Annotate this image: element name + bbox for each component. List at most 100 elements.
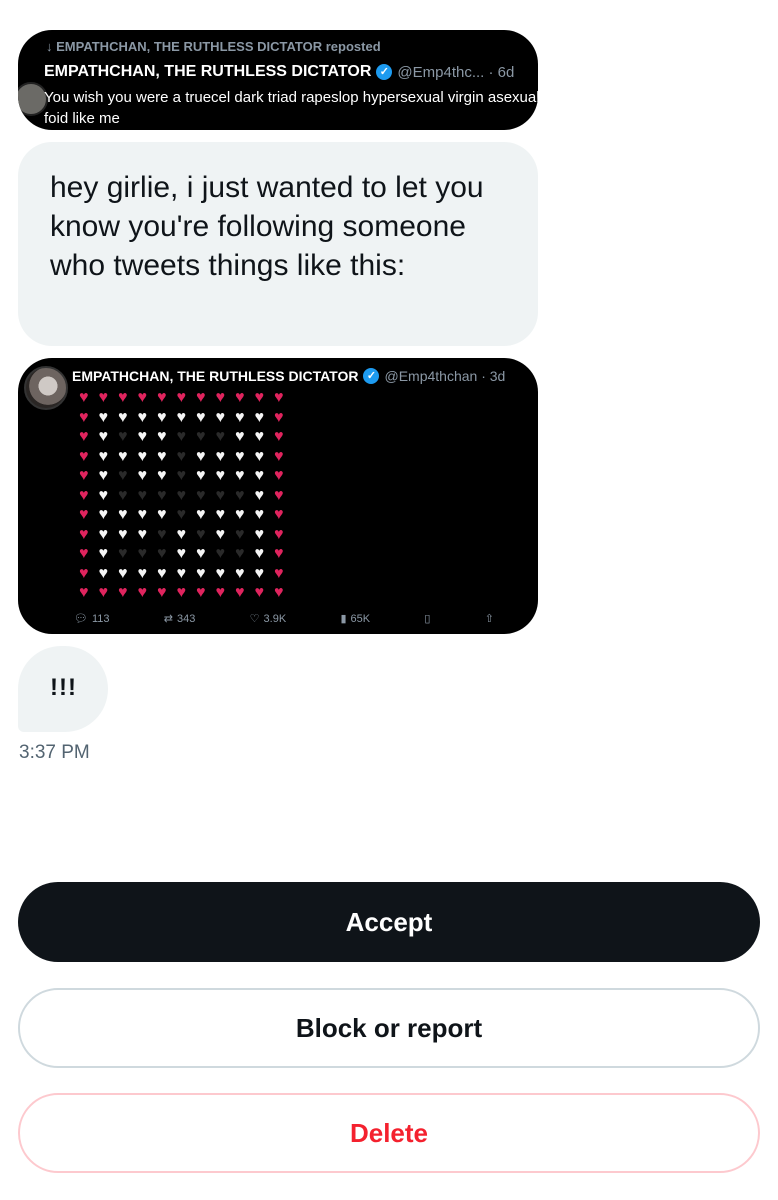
shared-tweet-card[interactable]: EMPATHCHAN, THE RUTHLESS DICTATOR ✓ @Emp… bbox=[18, 358, 538, 634]
heart-emoji-icon: ♥ bbox=[176, 525, 187, 543]
heart-emoji-icon: ♥ bbox=[274, 447, 284, 465]
heart-emoji-icon: ♥ bbox=[98, 428, 109, 445]
heart-emoji-icon: ♥ bbox=[196, 545, 206, 562]
heart-emoji-icon: ♥ bbox=[79, 486, 89, 504]
heart-emoji-icon: ♥ bbox=[176, 564, 187, 582]
heart-emoji-icon: ♥ bbox=[235, 447, 245, 465]
heart-emoji-icon: ♥ bbox=[274, 506, 284, 523]
heart-emoji-icon: ♥ bbox=[137, 408, 148, 426]
heart-emoji-icon: ♥ bbox=[98, 506, 109, 523]
heart-emoji-icon: ♥ bbox=[118, 408, 128, 426]
heart-emoji-icon: ♥ bbox=[254, 506, 265, 523]
heart-emoji-icon: ♥ bbox=[196, 506, 206, 523]
message-bubble: hey girlie, i just wanted to let you kno… bbox=[18, 142, 538, 346]
heart-emoji-icon: ♥ bbox=[215, 428, 226, 445]
like-count: 3.9K bbox=[263, 612, 287, 625]
block-or-report-button[interactable]: Block or report bbox=[18, 988, 760, 1068]
heart-emoji-icon: ♥ bbox=[137, 486, 148, 504]
repost-tweet-card[interactable]: ↓ EMPATHCHAN, THE RUTHLESS DICTATOR repo… bbox=[18, 30, 538, 130]
heart-emoji-icon: ♥ bbox=[118, 447, 128, 465]
reply-action[interactable]: 💬︎ 113 bbox=[74, 612, 110, 626]
author-name: EMPATHCHAN, THE RUTHLESS DICTATOR bbox=[72, 368, 359, 384]
bookmark-icon: ▯ bbox=[424, 613, 431, 625]
accept-button[interactable]: Accept bbox=[18, 882, 760, 962]
repost-action[interactable]: ⇄ 343 bbox=[163, 612, 196, 626]
heart-emoji-icon: ♥ bbox=[79, 545, 89, 562]
heart-emoji-icon: ♥ bbox=[196, 564, 206, 582]
views-action[interactable]: ▮ 65K bbox=[340, 612, 371, 626]
heart-emoji-icon: ♥ bbox=[196, 447, 206, 465]
share-icon: ⇧ bbox=[484, 613, 494, 625]
heart-emoji-icon: ♥ bbox=[79, 447, 89, 465]
heart-emoji-icon: ♥ bbox=[254, 408, 265, 426]
heart-emoji-icon: ♥ bbox=[215, 486, 226, 504]
avatar bbox=[24, 366, 68, 410]
heart-emoji-icon: ♥ bbox=[137, 389, 148, 406]
repost-label: ↓ EMPATHCHAN, THE RUTHLESS DICTATOR repo… bbox=[46, 39, 381, 54]
heart-emoji-icon: ♥ bbox=[274, 389, 284, 406]
heart-emoji-icon: ♥ bbox=[235, 525, 245, 543]
heart-emoji-icon: ♥ bbox=[235, 486, 245, 504]
heart-emoji-icon: ♥ bbox=[215, 447, 226, 465]
heart-emoji-icon: ♥ bbox=[118, 584, 128, 601]
tweet-header: EMPATHCHAN, THE RUTHLESS DICTATOR ✓ @Emp… bbox=[44, 63, 514, 81]
heart-emoji-icon: ♥ bbox=[137, 525, 148, 543]
heart-emoji-icon: ♥ bbox=[118, 486, 128, 504]
heart-emoji-icon: ♥ bbox=[215, 525, 226, 543]
delete-button[interactable]: Delete bbox=[18, 1093, 760, 1173]
author-handle: @Emp4thchan · 3d bbox=[384, 368, 506, 384]
heart-emoji-icon: ♥ bbox=[254, 447, 265, 465]
heart-emoji-icon: ♥ bbox=[274, 486, 284, 504]
heart-emoji-icon: ♥ bbox=[274, 408, 284, 426]
verified-badge-icon: ✓ bbox=[376, 64, 393, 80]
bookmark-action[interactable]: ▯ bbox=[424, 612, 430, 625]
heart-emoji-icon: ♥ bbox=[196, 486, 206, 504]
heart-emoji-icon: ♥ bbox=[196, 389, 206, 406]
heart-emoji-icon: ♥ bbox=[118, 564, 128, 582]
repost-icon: ⇄ bbox=[163, 613, 174, 625]
heart-emoji-icon: ♥ bbox=[137, 564, 148, 582]
heart-emoji-icon: ♥ bbox=[176, 486, 187, 504]
heart-emoji-icon: ♥ bbox=[215, 545, 226, 562]
heart-emoji-grid: ♥ ♥ ♥ ♥ ♥ ♥ ♥ ♥ ♥ ♥ ♥ ♥ ♥ ♥ ♥ ♥ ♥ ♥ ♥ ♥ ♥ ♥ ♥ ♥ ♥ ♥ ♥ ♥ ♥ ♥ ♥ ♥ ♥ ♥ ♥ ♥ ♥ ♥ ♥ ♥… bbox=[74, 388, 289, 603]
views-count: 65K bbox=[350, 612, 371, 625]
heart-emoji-icon: ♥ bbox=[235, 389, 245, 406]
heart-emoji-icon: ♥ bbox=[196, 584, 206, 601]
tweet-action-bar: 💬︎ 113 ⇄ 343 ♡ 3.9K ▮ 65K ▯ ⇧ bbox=[74, 612, 494, 626]
heart-emoji-icon: ♥ bbox=[79, 584, 89, 601]
heart-emoji-icon: ♥ bbox=[118, 389, 128, 406]
heart-emoji-icon: ♥ bbox=[235, 545, 245, 562]
heart-emoji-icon: ♥ bbox=[176, 408, 187, 426]
heart-emoji-icon: ♥ bbox=[137, 467, 148, 484]
heart-emoji-icon: ♥ bbox=[118, 525, 128, 543]
heart-emoji-icon: ♥ bbox=[98, 584, 109, 601]
heart-emoji-icon: ♥ bbox=[215, 408, 226, 426]
heart-emoji-icon: ♥ bbox=[79, 428, 89, 445]
heart-emoji-icon: ♥ bbox=[98, 389, 109, 406]
heart-emoji-icon: ♥ bbox=[235, 584, 245, 601]
message-text: hey girlie, i just wanted to let you kno… bbox=[50, 171, 484, 282]
heart-emoji-icon: ♥ bbox=[98, 408, 109, 426]
heart-emoji-icon: ♥ bbox=[176, 545, 187, 562]
heart-emoji-icon: ♥ bbox=[98, 467, 109, 484]
heart-emoji-icon: ♥ bbox=[137, 447, 148, 465]
like-action[interactable]: ♡ 3.9K bbox=[250, 612, 287, 626]
heart-emoji-icon: ♥ bbox=[274, 428, 284, 445]
heart-emoji-icon: ♥ bbox=[157, 545, 167, 562]
heart-emoji-icon: ♥ bbox=[79, 389, 89, 406]
author-handle: @Emp4thc... · 6d bbox=[397, 63, 515, 81]
heart-emoji-icon: ♥ bbox=[176, 506, 187, 523]
heart-emoji-icon: ♥ bbox=[274, 584, 284, 601]
heart-emoji-icon: ♥ bbox=[157, 467, 167, 484]
heart-emoji-icon: ♥ bbox=[98, 525, 109, 543]
heart-emoji-icon: ♥ bbox=[98, 564, 109, 582]
heart-emoji-icon: ♥ bbox=[137, 428, 148, 445]
message-text: !!! bbox=[50, 674, 77, 701]
heart-emoji-icon: ♥ bbox=[98, 447, 109, 465]
heart-emoji-icon: ♥ bbox=[215, 584, 226, 601]
heart-emoji-icon: ♥ bbox=[235, 428, 245, 445]
heart-emoji-icon: ♥ bbox=[274, 467, 284, 484]
share-action[interactable]: ⇧ bbox=[485, 612, 494, 625]
heart-emoji-icon: ♥ bbox=[254, 564, 265, 582]
reply-count: 113 bbox=[91, 612, 110, 625]
